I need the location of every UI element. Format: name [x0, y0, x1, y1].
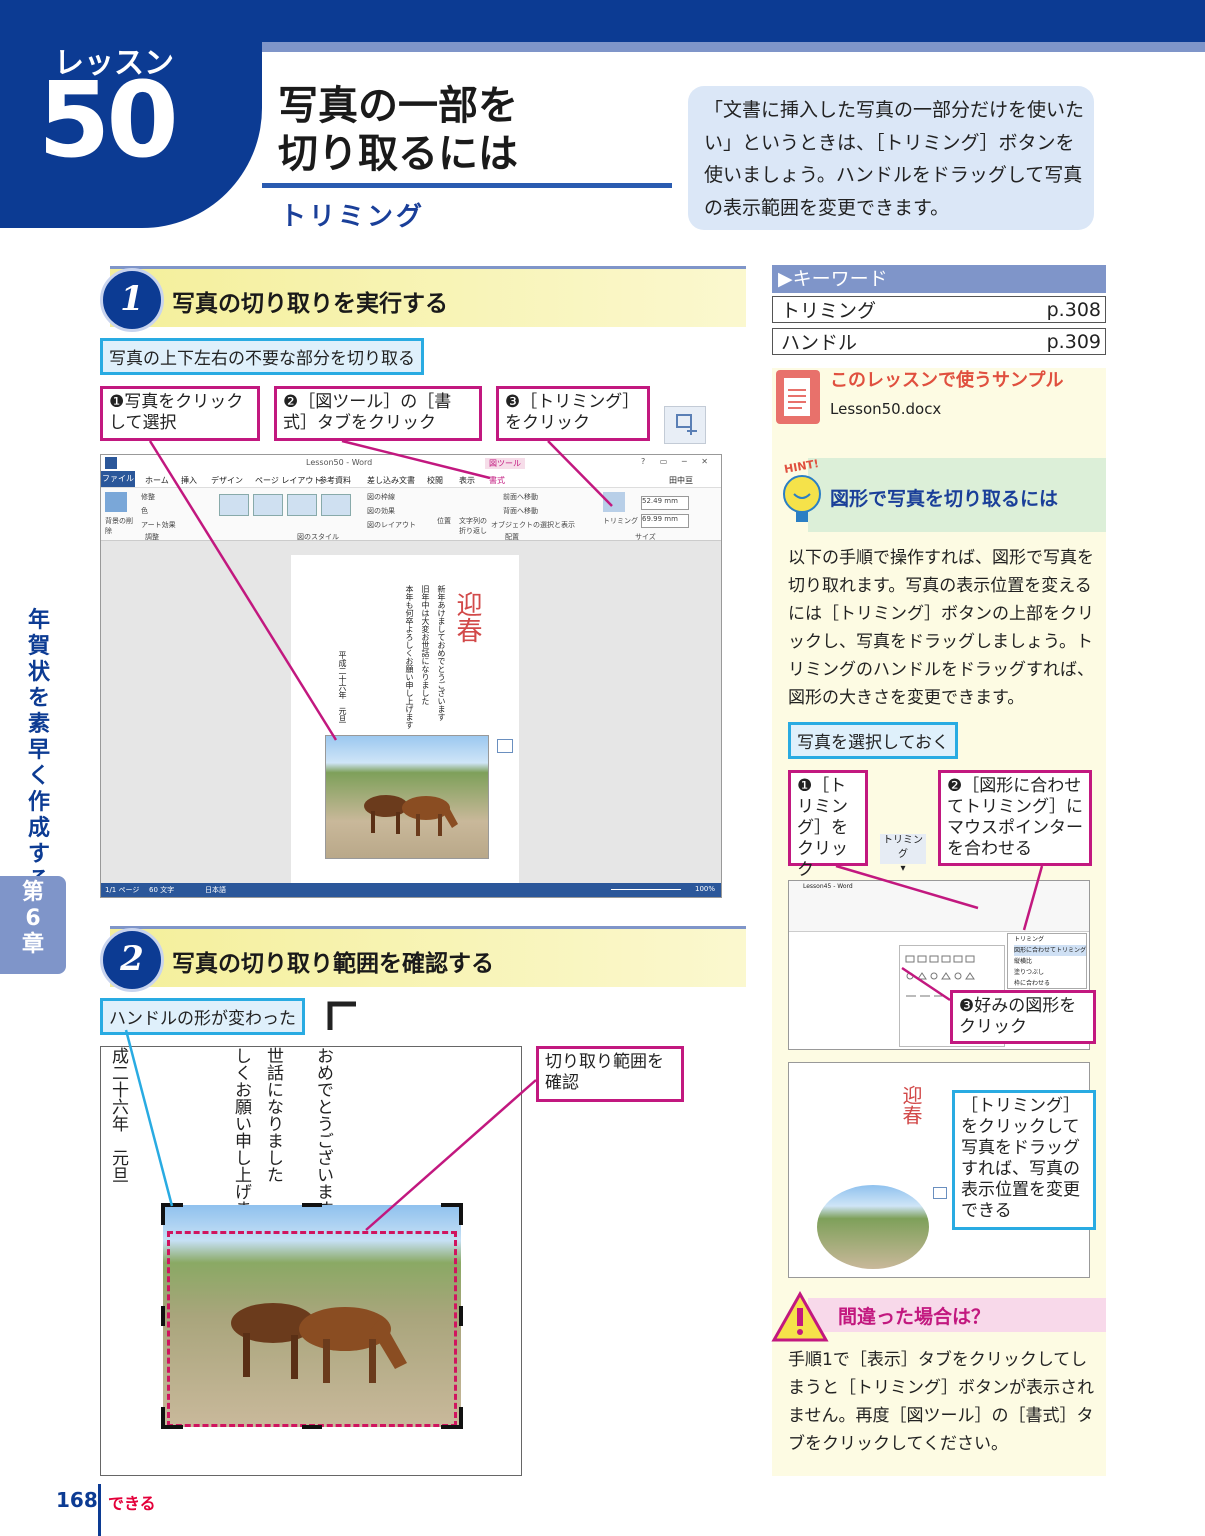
keyword-page: p.308 [1046, 298, 1101, 321]
sample-file[interactable]: Lesson50.docx [830, 400, 941, 418]
footer-divider [98, 1484, 101, 1536]
step2-connectors [124, 1029, 537, 1231]
keyword-term: ハンドル [781, 332, 858, 354]
hint-label: 写真を選択しておく [788, 722, 958, 759]
keyword-row[interactable]: トリミング p.308 [772, 296, 1106, 323]
keyword-row[interactable]: ハンドル p.309 [772, 328, 1106, 355]
sample-heading: このレッスンで使うサンプル [830, 370, 1064, 391]
keyword-heading: ▶キーワード [772, 265, 1106, 293]
keyword-page: p.309 [1046, 330, 1101, 353]
hint-heading: 図形で写真を切り取るには [830, 488, 1059, 510]
hint-connectors [835, 864, 1044, 1002]
footer-logo: できる [108, 1494, 156, 1513]
keyword-term: トリミング [781, 300, 877, 322]
mistake-body: 手順1で［表示］タブをクリックしてしまうと［トリミング］ボタンが表示されません。… [788, 1350, 1094, 1454]
page-number: 168 [56, 1488, 98, 1512]
document-icon [776, 370, 820, 424]
warning-icon [770, 1290, 830, 1346]
hint-body: 以下の手順で操作すれば、図形で写真を切り取れます。写真の表示位置を変えるには［ト… [788, 548, 1094, 708]
mistake-heading: 間違った場合は？ [838, 1306, 991, 1328]
